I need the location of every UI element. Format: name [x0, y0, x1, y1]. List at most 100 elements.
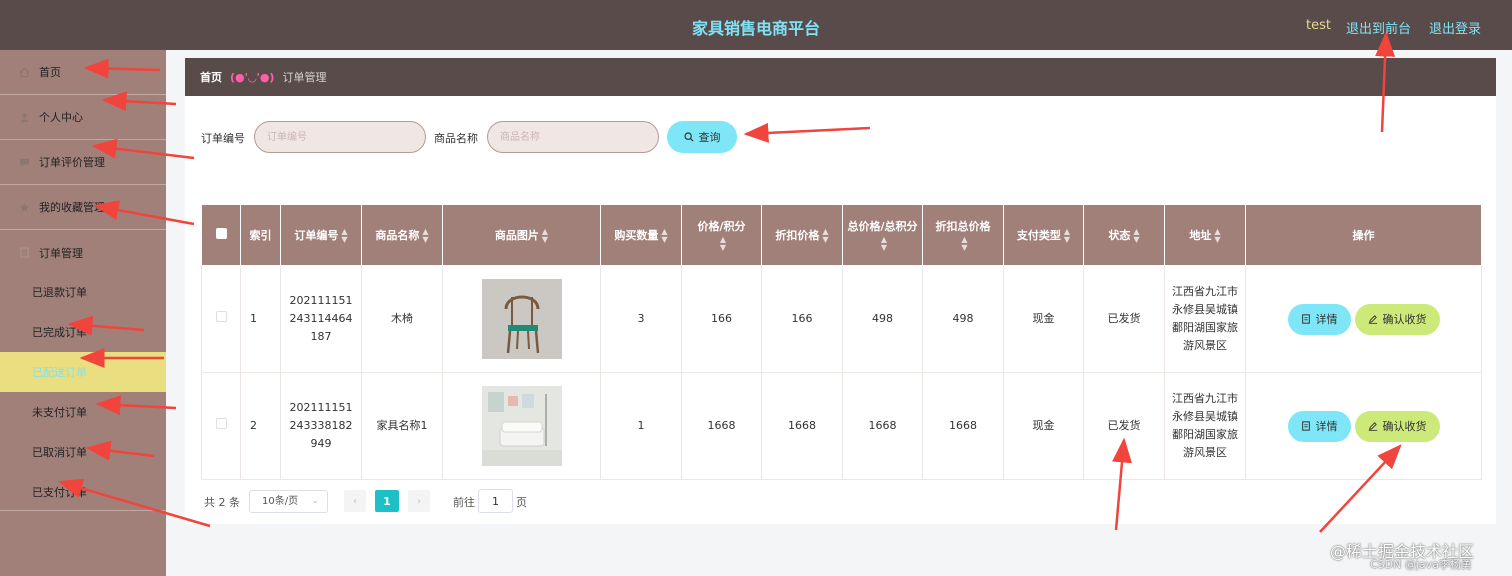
- detail-button-label: 详情: [1315, 420, 1338, 433]
- product-thumbnail-sofa[interactable]: [481, 386, 562, 466]
- page-size-select[interactable]: 10条/页 ⌄: [249, 490, 328, 513]
- cell-discount-total: 498: [922, 265, 1004, 373]
- col-price[interactable]: 价格/积分 ▲ ▼: [681, 204, 762, 266]
- product-name-input[interactable]: [487, 121, 659, 153]
- col-pay-type[interactable]: 支付类型 ▲ ▼: [1003, 204, 1084, 266]
- table-header-row: 索引 订单编号 ▲ ▼ 商品名称 ▲ ▼ 商品图片 ▲ ▼ 购买数量 ▲ ▼ 价格/积分 ▲ ▼ 折…: [201, 204, 1482, 266]
- sidebar-item-home[interactable]: 首页: [0, 50, 166, 95]
- col-product-image[interactable]: 商品图片 ▲ ▼: [442, 204, 601, 266]
- table-row: 1 202111151243114464187 木椅 3 166 166 498…: [201, 265, 1482, 373]
- sidebar-subitem-completed[interactable]: 已完成订单: [0, 312, 166, 352]
- sort-icon[interactable]: ▲ ▼: [341, 227, 347, 244]
- sidebar-subitem-delivered[interactable]: 已配送订单: [0, 352, 166, 392]
- cell-status: 已发货: [1083, 372, 1165, 480]
- sort-icon[interactable]: ▲ ▼: [542, 227, 548, 244]
- cell-price: 1668: [681, 372, 762, 480]
- next-page-button[interactable]: ›: [408, 490, 430, 512]
- confirm-receipt-button[interactable]: 确认收货: [1354, 303, 1440, 335]
- sidebar-item-orders[interactable]: 订单管理: [0, 230, 166, 275]
- sort-icon[interactable]: ▲ ▼: [1133, 227, 1139, 244]
- document-icon: [1301, 421, 1310, 431]
- goto-unit-label: 页: [516, 496, 527, 509]
- sort-icon[interactable]: ▲ ▼: [881, 236, 887, 252]
- sort-icon[interactable]: ▲ ▼: [720, 236, 726, 252]
- watermark-csdn: CSDN @java李杨勇: [1370, 558, 1472, 571]
- product-thumbnail-chair[interactable]: [481, 279, 562, 359]
- cell-discount-price: 166: [761, 265, 843, 373]
- sidebar-subitem-unpaid[interactable]: 未支付订单: [0, 392, 166, 432]
- col-address-label: 地址: [1189, 228, 1212, 242]
- cell-order-no: 202111151243114464187: [280, 265, 362, 373]
- col-quantity-label: 购买数量: [614, 228, 659, 242]
- page-number-current[interactable]: 1: [375, 490, 399, 512]
- exit-to-front-link[interactable]: 退出到前台: [1346, 18, 1411, 37]
- row-checkbox[interactable]: [215, 418, 227, 429]
- prev-page-button[interactable]: ‹: [344, 490, 366, 512]
- top-header: 家具销售电商平台 test 退出到前台 退出登录: [0, 0, 1512, 50]
- col-index-label: 索引: [249, 228, 272, 242]
- sidebar-subitem-refunded[interactable]: 已退款订单: [0, 272, 166, 312]
- edit-icon: [1368, 422, 1377, 431]
- col-order-no-label: 订单编号: [294, 228, 339, 242]
- col-address[interactable]: 地址 ▲ ▼: [1164, 204, 1246, 266]
- cell-status: 已发货: [1083, 265, 1165, 373]
- row-checkbox[interactable]: [215, 311, 227, 322]
- cell-pay-type: 现金: [1003, 372, 1084, 480]
- sort-icon[interactable]: ▲ ▼: [961, 236, 967, 252]
- confirm-receipt-button[interactable]: 确认收货: [1354, 410, 1440, 442]
- detail-button[interactable]: 详情: [1287, 410, 1351, 442]
- sidebar-item-profile[interactable]: 个人中心: [0, 95, 166, 140]
- cell-discount-total: 1668: [922, 372, 1004, 480]
- product-name-label: 商品名称: [434, 132, 478, 145]
- col-total[interactable]: 总价格/总积分 ▲ ▼: [842, 204, 923, 266]
- col-order-no[interactable]: 订单编号 ▲ ▼: [280, 204, 362, 266]
- cell-product-image: [442, 372, 601, 480]
- cell-product-name: 家具名称1: [361, 372, 443, 480]
- pagination-total: 共 2 条: [204, 496, 240, 509]
- detail-button[interactable]: 详情: [1287, 303, 1351, 335]
- edit-icon: [1368, 315, 1377, 324]
- logout-link[interactable]: 退出登录: [1429, 18, 1481, 37]
- col-index: 索引: [240, 204, 281, 266]
- cell-product-image: [442, 265, 601, 373]
- sort-icon[interactable]: ▲ ▼: [822, 227, 828, 244]
- sidebar-subitem-cancelled[interactable]: 已取消订单: [0, 432, 166, 472]
- sort-icon[interactable]: ▲ ▼: [661, 227, 667, 244]
- cell-discount-price: 1668: [761, 372, 843, 480]
- sort-icon[interactable]: ▲ ▼: [422, 227, 428, 244]
- sidebar-item-favorites[interactable]: 我的收藏管理: [0, 185, 166, 230]
- search-button[interactable]: 查询: [667, 121, 737, 153]
- col-quantity[interactable]: 购买数量 ▲ ▼: [600, 204, 682, 266]
- sidebar-item-label: 个人中心: [39, 111, 83, 124]
- sidebar-item-label: 订单评价管理: [39, 156, 105, 169]
- goto-page-input[interactable]: [478, 489, 513, 513]
- cell-pay-type: 现金: [1003, 265, 1084, 373]
- sidebar-subitem-paid[interactable]: 已支付订单: [0, 472, 166, 512]
- sidebar-subitem-label: 已配送订单: [32, 366, 87, 379]
- order-no-label: 订单编号: [201, 132, 245, 145]
- order-icon: [18, 247, 30, 259]
- cell-quantity: 1: [600, 372, 682, 480]
- cell-product-name: 木椅: [361, 265, 443, 373]
- cell-actions: 详情 确认收货: [1245, 265, 1482, 373]
- col-status[interactable]: 状态 ▲ ▼: [1083, 204, 1165, 266]
- col-product-name[interactable]: 商品名称 ▲ ▼: [361, 204, 443, 266]
- sidebar-item-label: 我的收藏管理: [39, 201, 105, 214]
- breadcrumb-home[interactable]: 首页: [200, 69, 222, 85]
- order-no-input[interactable]: [254, 121, 426, 153]
- confirm-receipt-button-label: 确认收货: [1382, 313, 1427, 326]
- col-discount-price[interactable]: 折扣价格 ▲ ▼: [761, 204, 843, 266]
- col-discount-total[interactable]: 折扣总价格 ▲ ▼: [922, 204, 1004, 266]
- home-icon: [18, 66, 30, 78]
- sidebar-item-reviews[interactable]: 订单评价管理: [0, 140, 166, 185]
- search-button-label: 查询: [698, 131, 721, 144]
- row-select-cell: [201, 265, 241, 373]
- cell-total: 1668: [842, 372, 923, 480]
- sort-icon[interactable]: ▲ ▼: [1064, 227, 1070, 244]
- select-all-checkbox[interactable]: [215, 227, 227, 239]
- chevron-left-icon: ‹: [353, 495, 357, 507]
- goto-label: 前往: [453, 496, 475, 509]
- col-product-image-label: 商品图片: [494, 228, 539, 242]
- row-select-cell: [201, 372, 241, 480]
- sort-icon[interactable]: ▲ ▼: [1214, 227, 1220, 244]
